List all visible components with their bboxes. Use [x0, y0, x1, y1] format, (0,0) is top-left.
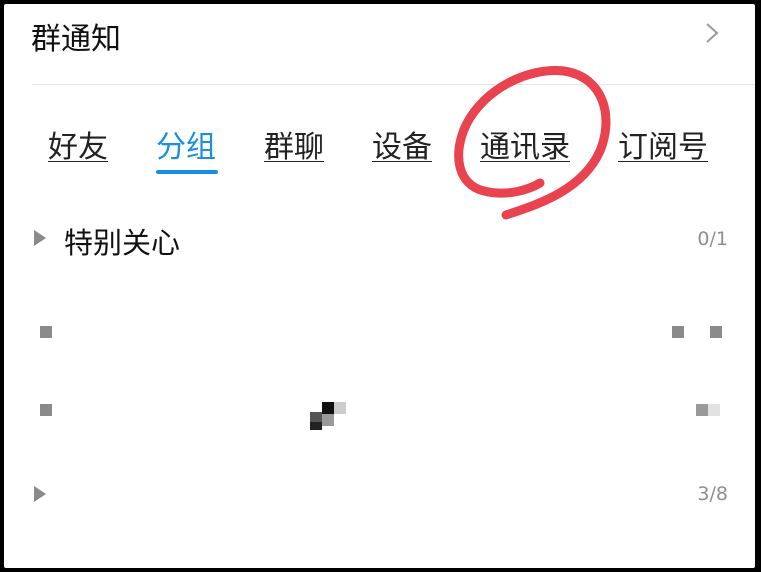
tab-subscriptions[interactable]: 订阅号	[618, 122, 708, 166]
pixelated-block	[696, 404, 708, 416]
pixelated-icon	[40, 404, 52, 416]
tab-friends[interactable]: 好友	[48, 122, 108, 166]
group-row[interactable]: 3/8	[4, 462, 755, 526]
tab-groups[interactable]: 分组	[156, 122, 216, 166]
chevron-right-icon	[706, 23, 719, 43]
group-notice-label: 群通知	[31, 22, 121, 57]
group-row-pixelated[interactable]	[4, 300, 755, 364]
active-tab-indicator	[156, 170, 218, 174]
pixelated-block	[334, 402, 346, 414]
pixelated-block	[708, 404, 720, 416]
pixelated-icon	[40, 326, 52, 338]
pixelated-block	[322, 402, 334, 414]
group-name: 特别关心	[64, 226, 181, 260]
pixelated-block	[322, 414, 334, 426]
triangle-right-icon	[34, 486, 46, 502]
triangle-right-icon	[34, 230, 46, 246]
contacts-panel: 群通知 好友 分组 群聊 设备 通讯录 订阅号 特别关心 0/1 3/8	[2, 2, 757, 570]
group-notice-row[interactable]: 群通知	[4, 4, 755, 84]
pixelated-block	[310, 422, 322, 430]
divider	[32, 84, 755, 85]
group-count: 0/1	[697, 228, 728, 250]
tab-address-book[interactable]: 通讯录	[480, 122, 570, 166]
pixelated-block	[710, 326, 722, 338]
group-row-pixelated[interactable]	[4, 376, 755, 440]
group-row-special-care[interactable]: 特别关心 0/1	[4, 208, 755, 272]
tab-devices[interactable]: 设备	[372, 122, 432, 166]
tab-group-chats[interactable]: 群聊	[264, 122, 324, 166]
group-count: 3/8	[697, 483, 728, 505]
pixelated-block	[672, 326, 684, 338]
